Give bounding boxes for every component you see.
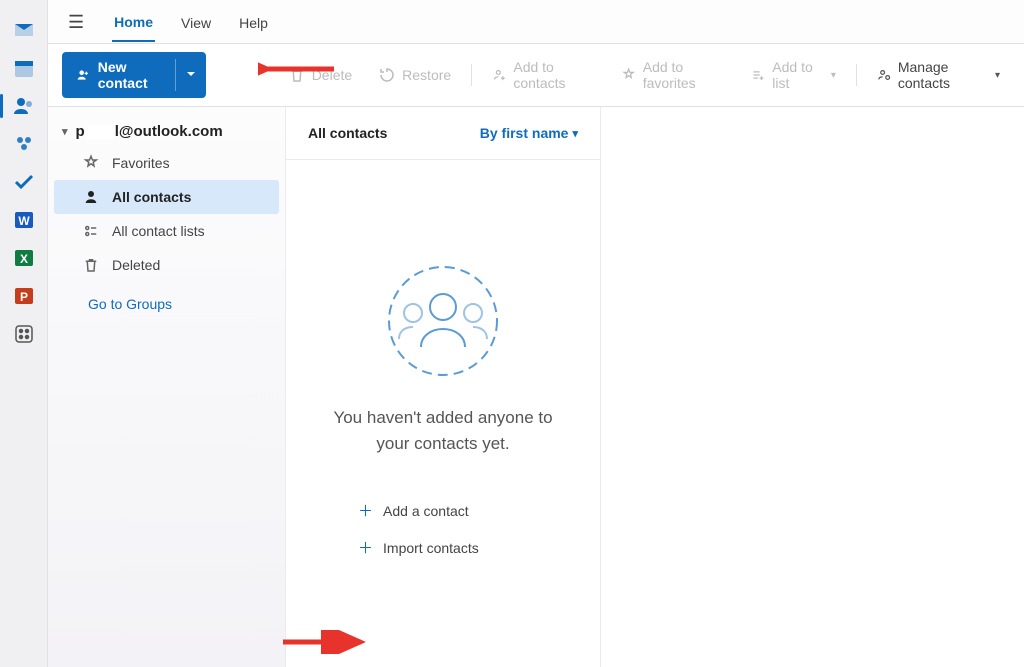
star-plus-icon [621, 66, 636, 84]
restore-icon [378, 66, 396, 84]
delete-label: Delete [312, 67, 352, 83]
chevron-down-icon: ▾ [995, 70, 1000, 81]
person-add-icon [76, 66, 90, 84]
new-contact-dropdown[interactable] [175, 59, 206, 91]
nav-deleted-label: Deleted [112, 257, 160, 273]
todo-app-icon[interactable] [12, 170, 36, 194]
import-contacts-link[interactable]: ＋ Import contacts [358, 529, 528, 566]
chevron-down-icon: ▾ [831, 70, 836, 81]
add-to-list-button[interactable]: Add to list ▾ [741, 53, 846, 97]
tab-help[interactable]: Help [237, 11, 270, 41]
new-contact-label: New contact [98, 59, 161, 91]
chevron-down-icon: ▾ [572, 127, 578, 140]
new-contact-button[interactable]: New contact [62, 52, 206, 98]
content-row: ▾ pl@outlook.com Favorites All contacts … [48, 107, 1024, 667]
star-icon [82, 154, 100, 172]
svg-text:X: X [19, 252, 27, 266]
manage-contacts-button[interactable]: Manage contacts ▾ [867, 53, 1010, 97]
chevron-down-icon: ▾ [62, 125, 68, 138]
hamburger-icon[interactable]: ☰ [64, 8, 88, 43]
plus-icon: ＋ [358, 537, 373, 558]
account-header[interactable]: ▾ pl@outlook.com [48, 117, 285, 146]
add-contact-link[interactable]: ＋ Add a contact [358, 492, 528, 529]
svg-text:P: P [19, 290, 27, 304]
people-app-icon[interactable] [12, 94, 36, 118]
sort-label: By first name [480, 125, 569, 141]
groups-app-icon[interactable] [12, 132, 36, 156]
more-apps-icon[interactable] [12, 322, 36, 346]
empty-message: You haven't added anyone to your contact… [318, 405, 568, 456]
sort-dropdown[interactable]: By first name ▾ [480, 125, 578, 141]
excel-app-icon[interactable]: X [12, 246, 36, 270]
app-rail: W X P [0, 0, 48, 667]
manage-contacts-label: Manage contacts [898, 59, 987, 91]
list-header: All contacts By first name ▾ [286, 107, 600, 160]
person-icon [82, 188, 100, 206]
word-app-icon[interactable]: W [12, 208, 36, 232]
nav-all-contacts[interactable]: All contacts [54, 180, 279, 214]
people-gear-icon [877, 66, 892, 84]
powerpoint-app-icon[interactable]: P [12, 284, 36, 308]
top-tab-bar: ☰ Home View Help [48, 0, 1024, 44]
tab-home[interactable]: Home [112, 10, 155, 42]
calendar-app-icon[interactable] [12, 56, 36, 80]
plus-icon: ＋ [358, 500, 373, 521]
go-to-groups-link[interactable]: Go to Groups [48, 282, 285, 320]
contact-list-icon [82, 222, 100, 240]
delete-button[interactable]: Delete [278, 60, 362, 90]
person-plus-icon [492, 66, 507, 84]
add-contact-label: Add a contact [383, 503, 469, 519]
restore-label: Restore [402, 67, 451, 83]
nav-all-contact-lists[interactable]: All contact lists [48, 214, 285, 248]
add-to-contacts-button[interactable]: Add to contacts [482, 53, 605, 97]
detail-pane [601, 107, 1024, 667]
add-to-list-label: Add to list [772, 59, 823, 91]
add-favorites-label: Add to favorites [643, 59, 726, 91]
list-title: All contacts [308, 125, 387, 141]
nav-all-contacts-label: All contacts [112, 189, 191, 205]
add-to-favorites-button[interactable]: Add to favorites [611, 53, 735, 97]
svg-text:W: W [18, 214, 30, 228]
nav-deleted[interactable]: Deleted [48, 248, 285, 282]
trash-icon [288, 66, 306, 84]
main-area: ☰ Home View Help New contact Delete Re [48, 0, 1024, 667]
empty-state: You haven't added anyone to your contact… [286, 160, 600, 667]
restore-button[interactable]: Restore [368, 60, 461, 90]
trash-icon [82, 256, 100, 274]
list-plus-icon [751, 66, 766, 84]
contact-list-pane: All contacts By first name ▾ You haven't… [286, 107, 601, 667]
mail-app-icon[interactable] [12, 18, 36, 42]
nav-favorites-label: Favorites [112, 155, 170, 171]
chevron-down-icon [186, 69, 196, 79]
nav-all-lists-label: All contact lists [112, 223, 205, 239]
empty-illustration [373, 261, 513, 381]
toolbar: New contact Delete Restore Add to contac… [48, 44, 1024, 107]
nav-favorites[interactable]: Favorites [48, 146, 285, 180]
account-email: pl@outlook.com [76, 123, 223, 140]
add-contacts-label: Add to contacts [513, 59, 595, 91]
tab-view[interactable]: View [179, 11, 213, 41]
import-contacts-label: Import contacts [383, 540, 479, 556]
folder-pane: ▾ pl@outlook.com Favorites All contacts … [48, 107, 286, 667]
